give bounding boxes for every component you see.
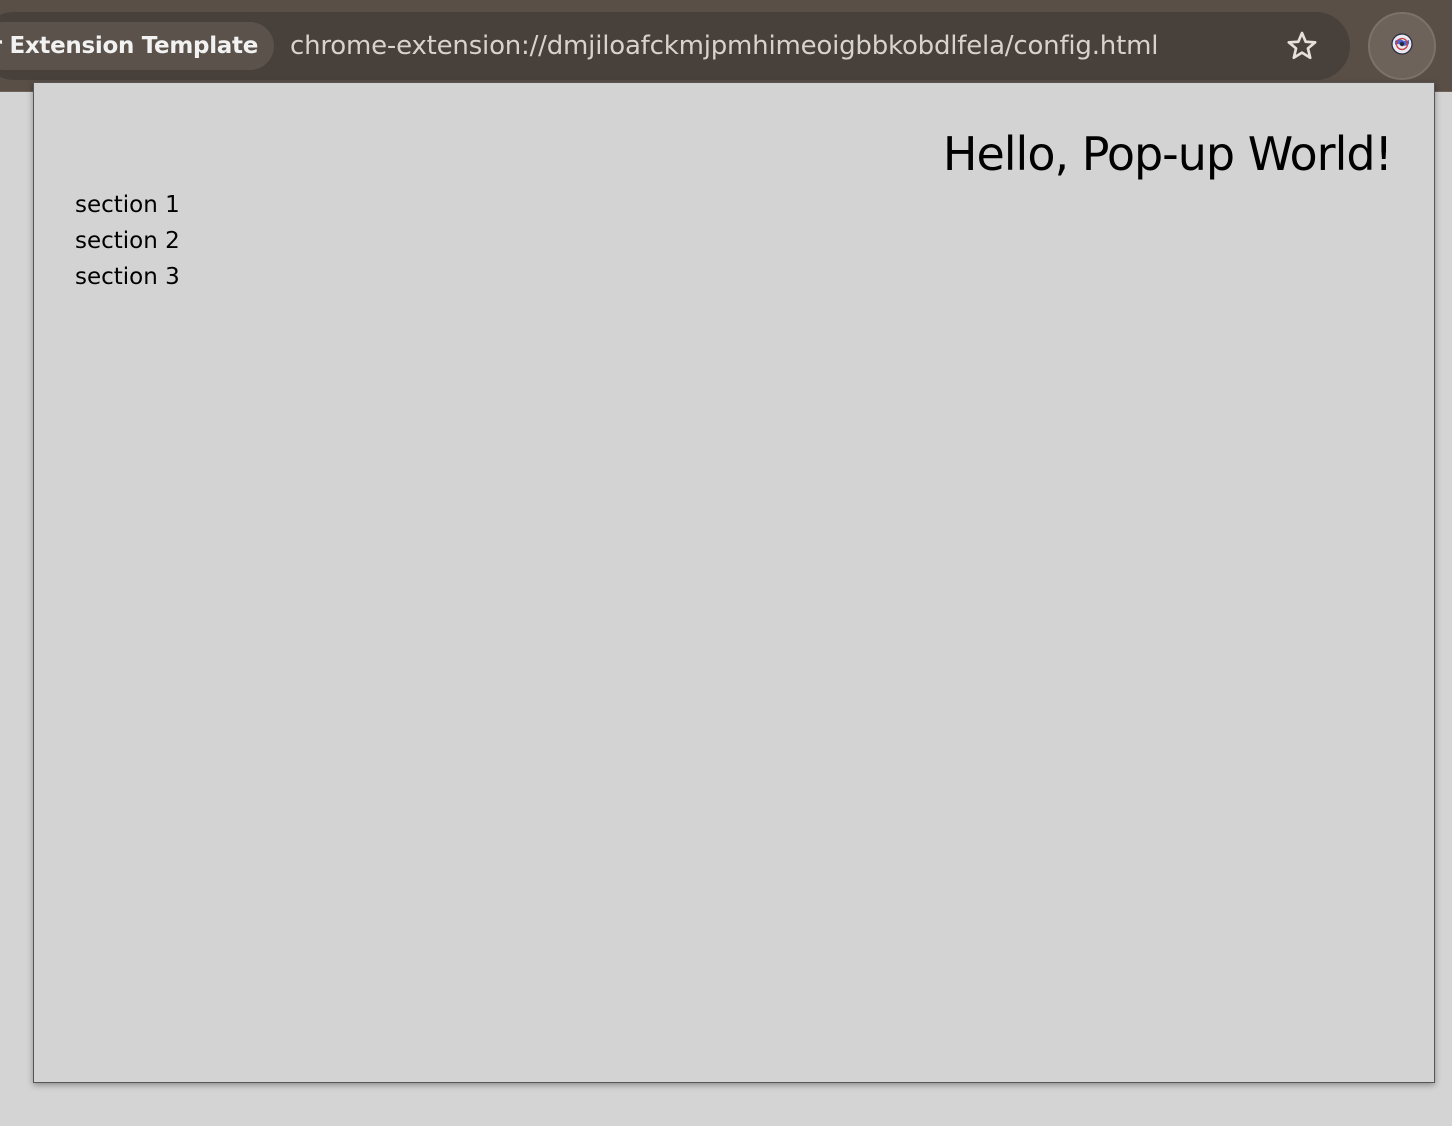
section-item-3[interactable]: section 3	[75, 259, 180, 295]
section-list: section 1 section 2 section 3	[75, 187, 180, 295]
extension-popup: Hello, Pop-up World! section 1 section 2…	[33, 82, 1435, 1083]
extension-globe-icon	[1390, 32, 1414, 61]
url-text[interactable]: chrome-extension://dmjiloafckmjpmhimeoig…	[290, 22, 1158, 70]
site-name-label: ser Extension Template	[0, 33, 258, 59]
browser-toolbar: ser Extension Template chrome-extension:…	[0, 0, 1452, 92]
bookmark-star-icon[interactable]	[1278, 22, 1326, 70]
site-name-chip[interactable]: ser Extension Template	[0, 22, 274, 70]
section-item-2[interactable]: section 2	[75, 223, 180, 259]
popup-title: Hello, Pop-up World!	[942, 127, 1393, 181]
extension-button[interactable]	[1368, 12, 1436, 80]
section-item-1[interactable]: section 1	[75, 187, 180, 223]
